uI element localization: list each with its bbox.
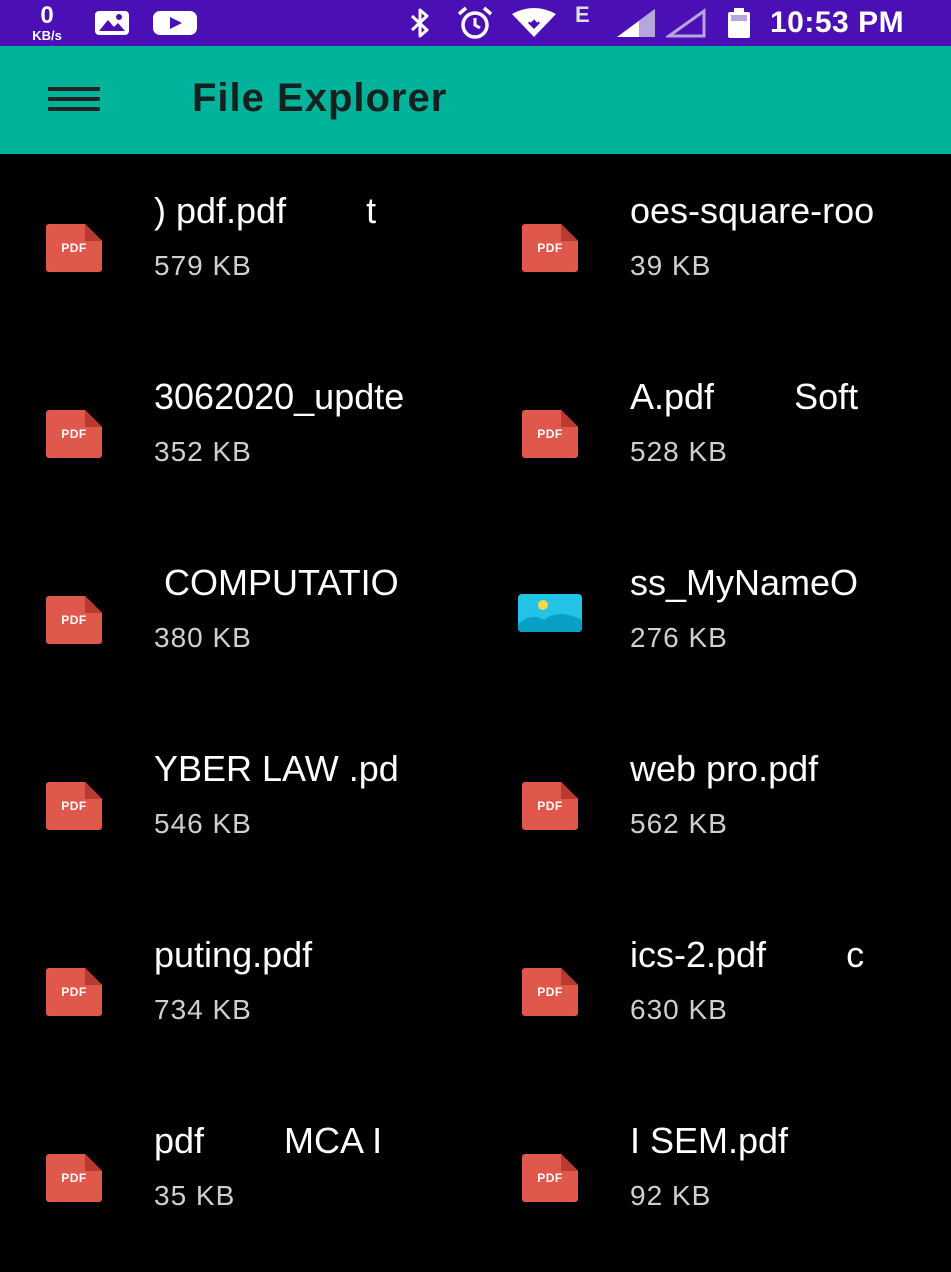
youtube-icon [152, 10, 198, 41]
file-item[interactable]: PDF COMPUTATIO 380 KB [0, 528, 475, 714]
pdf-file-icon: PDF [522, 782, 578, 830]
pdf-file-icon: PDF [46, 224, 102, 272]
file-name: ss_MyNameO [630, 562, 859, 603]
pdf-icon-label: PDF [537, 799, 563, 813]
file-name: oes-square-roo [630, 190, 875, 231]
pdf-icon-label: PDF [61, 427, 87, 441]
file-name: web pro.pdf [630, 748, 819, 789]
file-name: A.pdf Soft [630, 376, 859, 417]
file-item[interactable]: ss_MyNameO 276 KB [476, 528, 951, 714]
file-size: 352 KB [154, 436, 252, 467]
pdf-file-icon: PDF [46, 1154, 102, 1202]
file-item[interactable]: PDF oes-square-roo 39 KB [476, 156, 951, 342]
file-name: I SEM.pdf [630, 1120, 789, 1161]
file-item[interactable]: PDF web pro.pdf 562 KB [476, 714, 951, 900]
bluetooth-icon [406, 7, 434, 44]
pdf-icon-label: PDF [537, 1171, 563, 1185]
status-bar: 0 KB/s E 10:53 PM [0, 0, 951, 46]
signal-icon [615, 7, 657, 44]
file-item[interactable]: PDF I SEM.pdf 92 KB [476, 1086, 951, 1272]
pdf-icon-label: PDF [537, 427, 563, 441]
app-title: File Explorer [192, 76, 448, 120]
pdf-icon-label: PDF [61, 1171, 87, 1185]
file-name: ics-2.pdf c [630, 934, 865, 975]
file-size: 39 KB [630, 250, 712, 281]
pdf-icon-label: PDF [537, 985, 563, 999]
clock-time: 10:53 PM [770, 6, 905, 39]
file-item[interactable]: PDF YBER LAW .pd 546 KB [0, 714, 475, 900]
pdf-file-icon: PDF [522, 1154, 578, 1202]
menu-button[interactable] [44, 80, 104, 120]
signal-empty-icon [664, 7, 708, 44]
file-name: 3062020_updte [154, 376, 405, 417]
file-name: YBER LAW .pd [154, 748, 399, 789]
pdf-icon-label: PDF [61, 799, 87, 813]
alarm-icon [455, 6, 495, 45]
pdf-file-icon: PDF [46, 782, 102, 830]
pdf-icon-label: PDF [537, 241, 563, 255]
file-size: 734 KB [154, 994, 252, 1025]
file-item[interactable]: PDF 3062020_updte 352 KB [0, 342, 475, 528]
file-size: 630 KB [630, 994, 728, 1025]
wifi-icon [510, 8, 558, 43]
pdf-file-icon: PDF [46, 596, 102, 644]
menu-icon-line [48, 107, 100, 111]
file-size: 579 KB [154, 250, 252, 281]
pdf-icon-label: PDF [61, 241, 87, 255]
menu-icon-line [48, 97, 100, 101]
network-speed: 0 KB/s [22, 2, 72, 43]
file-size: 528 KB [630, 436, 728, 467]
network-speed-value: 0 [40, 2, 54, 29]
image-file-icon [518, 594, 582, 632]
pdf-icon-label: PDF [61, 613, 87, 627]
pdf-file-icon: PDF [46, 968, 102, 1016]
file-name: pdf MCA I [154, 1120, 383, 1161]
pdf-file-icon: PDF [46, 410, 102, 458]
network-type: E [575, 2, 590, 27]
pdf-file-icon: PDF [522, 968, 578, 1016]
pdf-file-icon: PDF [522, 410, 578, 458]
file-size: 35 KB [154, 1180, 236, 1211]
pdf-icon-label: PDF [61, 985, 87, 999]
file-item[interactable]: PDF A.pdf Soft 528 KB [476, 342, 951, 528]
file-size: 546 KB [154, 808, 252, 839]
file-size: 92 KB [630, 1180, 712, 1211]
menu-icon-line [48, 87, 100, 91]
file-size: 380 KB [154, 622, 252, 653]
gallery-icon [94, 10, 130, 41]
file-name: puting.pdf [154, 934, 313, 975]
app-bar: File Explorer [0, 46, 951, 154]
file-item[interactable]: PDF pdf MCA I 35 KB [0, 1086, 475, 1272]
battery-icon [726, 7, 752, 44]
file-item[interactable]: PDF ics-2.pdf c 630 KB [476, 900, 951, 1086]
file-size: 562 KB [630, 808, 728, 839]
file-name: ) pdf.pdf t [154, 190, 377, 231]
file-item[interactable]: PDF ) pdf.pdf t 579 KB [0, 156, 475, 342]
pdf-file-icon: PDF [522, 224, 578, 272]
file-name: COMPUTATIO [154, 562, 399, 603]
network-speed-unit: KB/s [32, 28, 62, 43]
file-grid: PDF ) pdf.pdf t 579 KB PDF oes-square-roo 39 … [0, 156, 951, 1239]
file-item[interactable]: PDF puting.pdf 734 KB [0, 900, 475, 1086]
file-size: 276 KB [630, 622, 728, 653]
